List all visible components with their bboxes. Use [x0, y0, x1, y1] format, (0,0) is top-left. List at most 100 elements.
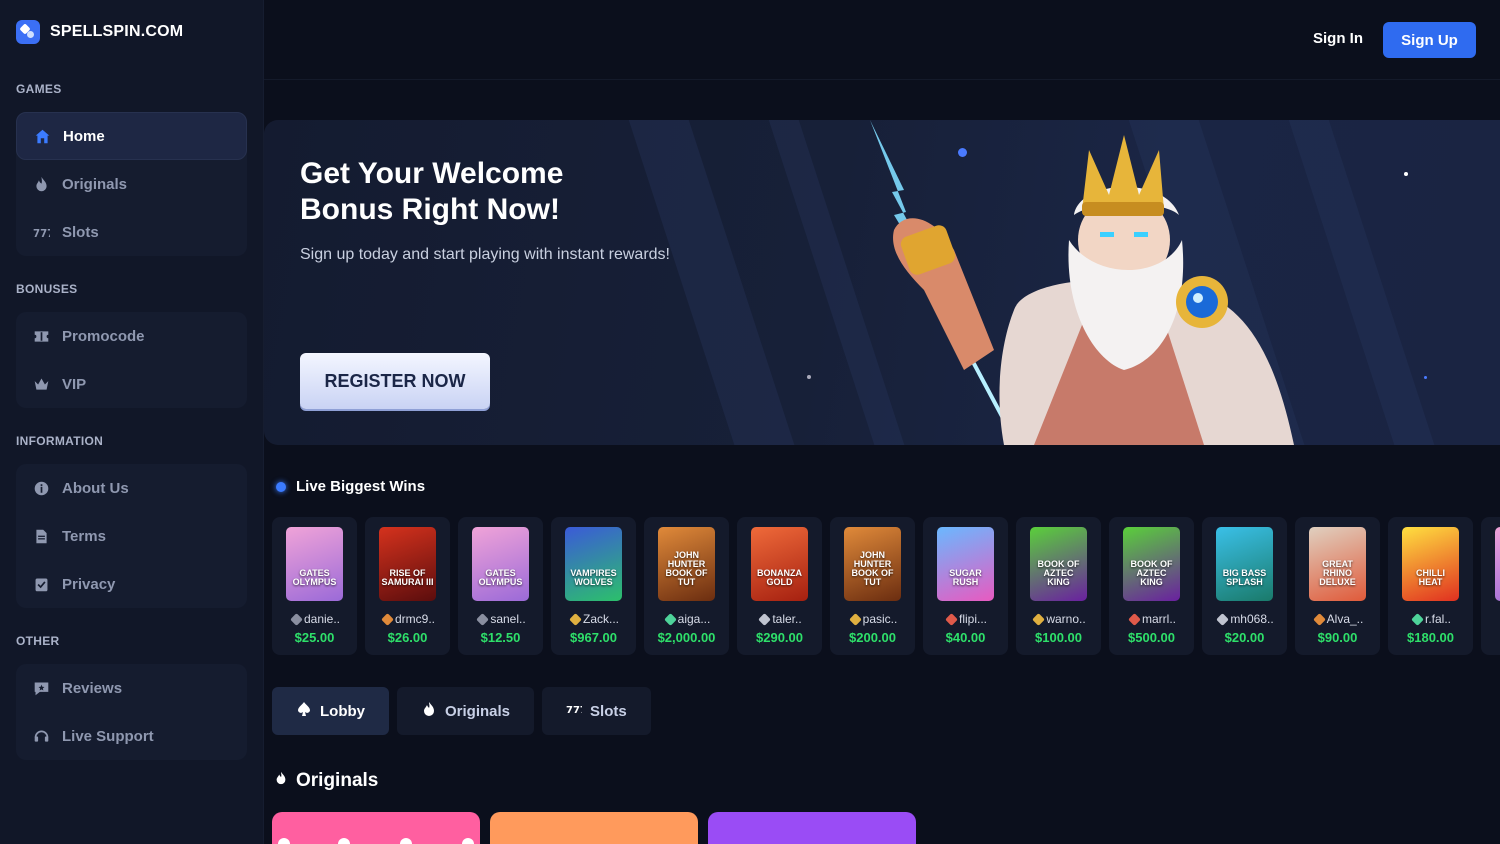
live-indicator-icon	[276, 481, 286, 492]
live-win-card-partial[interactable]	[1481, 517, 1500, 655]
live-win-card[interactable]: CHILLI HEAT r.fal.. $180.00	[1388, 517, 1473, 655]
game-thumbnail[interactable]: BIG BASS SPLASH	[1216, 527, 1273, 601]
game-thumbnail[interactable]: GATES OLYMPUS	[472, 527, 529, 601]
game-thumbnail[interactable]: JOHN HUNTER BOOK OF TUT	[658, 527, 715, 601]
win-amount: $500.00	[1128, 630, 1175, 645]
live-win-card[interactable]: BOOK OF AZTEC KING marrl.. $500.00	[1109, 517, 1194, 655]
game-thumbnail-title: BOOK OF AZTEC KING	[1037, 559, 1080, 587]
live-win-card[interactable]: SUGAR RUSH flipi... $40.00	[923, 517, 1008, 655]
game-thumbnail[interactable]	[1495, 527, 1500, 601]
win-user: danie..	[280, 612, 352, 626]
sidebar-item-home[interactable]: Home	[16, 112, 247, 160]
sidebar-item-label: Home	[63, 127, 105, 145]
rank-badge-icon	[945, 612, 958, 626]
section-title-bonuses: BONUSES	[16, 282, 78, 296]
game-thumbnail-title: SUGAR RUSH	[949, 568, 982, 587]
game-thumbnail[interactable]: GATES OLYMPUS	[286, 527, 343, 601]
originals-title-label: Originals	[296, 770, 379, 791]
sidebar-item-promocode[interactable]: Promocode	[16, 312, 247, 360]
clipboard-check-icon	[32, 575, 50, 593]
original-game-card[interactable]	[490, 812, 698, 844]
sidebar-item-originals[interactable]: Originals	[16, 160, 247, 208]
game-thumbnail-title: JOHN HUNTER BOOK OF TUT	[665, 550, 708, 587]
win-amount: $200.00	[849, 630, 896, 645]
win-user: r.fal..	[1396, 612, 1468, 626]
game-thumbnail[interactable]: BOOK OF AZTEC KING	[1030, 527, 1087, 601]
sidebar-item-slots[interactable]: 777 Slots	[16, 208, 247, 256]
win-amount: $26.00	[387, 630, 428, 645]
banner-stripe	[622, 120, 806, 445]
game-thumbnail-title: BOOK OF AZTEC KING	[1130, 559, 1173, 587]
live-win-card[interactable]: BONANZA GOLD taler.. $290.00	[737, 517, 822, 655]
section-title-games: GAMES	[16, 82, 62, 96]
win-user: Alva_..	[1303, 612, 1375, 626]
live-win-card[interactable]: RISE OF SAMURAI III drmc9.. $26.00	[365, 517, 450, 655]
tab-label: Originals	[445, 702, 511, 720]
rank-badge-icon	[758, 612, 772, 626]
game-thumbnail[interactable]: SUGAR RUSH	[937, 527, 994, 601]
sidebar-item-live-support[interactable]: Live Support	[16, 712, 247, 760]
sparkle-dot	[807, 375, 811, 379]
live-win-card[interactable]: BOOK OF AZTEC KING warno.. $100.00	[1016, 517, 1101, 655]
tab-slots[interactable]: 777 Slots	[542, 687, 651, 735]
sidebar-item-about-us[interactable]: About Us	[16, 464, 247, 512]
sidebar-item-vip[interactable]: VIP	[16, 360, 247, 408]
sidebar-item-label: Reviews	[62, 679, 123, 697]
live-win-card[interactable]: BIG BASS SPLASH mh068.. $20.00	[1202, 517, 1287, 655]
nav-group-other: Reviews Live Support	[16, 664, 247, 760]
spade-icon	[296, 701, 312, 721]
sidebar-item-reviews[interactable]: Reviews	[16, 664, 247, 712]
brand-name: SPELLSPIN.COM	[50, 23, 184, 40]
review-chat-icon	[32, 679, 50, 697]
game-thumbnail[interactable]: JOHN HUNTER BOOK OF TUT	[844, 527, 901, 601]
sidebar-item-label: Slots	[62, 223, 99, 241]
flame-icon	[32, 175, 50, 193]
live-win-card[interactable]: GATES OLYMPUS danie.. $25.00	[272, 517, 357, 655]
win-user: taler..	[745, 612, 817, 626]
register-now-button[interactable]: REGISTER NOW	[300, 353, 490, 409]
sign-up-button[interactable]: Sign Up	[1383, 22, 1476, 58]
original-game-card[interactable]	[272, 812, 480, 844]
tab-lobby[interactable]: Lobby	[272, 687, 389, 735]
tab-originals[interactable]: Originals	[397, 687, 535, 735]
live-win-card[interactable]: VAMPIRES WOLVES Zack... $967.00	[551, 517, 636, 655]
rank-badge-icon	[848, 612, 862, 626]
game-thumbnail-title: CHILLI HEAT	[1416, 568, 1445, 587]
live-win-card[interactable]: JOHN HUNTER BOOK OF TUT pasic.. $200.00	[830, 517, 915, 655]
game-thumbnail[interactable]: VAMPIRES WOLVES	[565, 527, 622, 601]
sidebar-item-terms[interactable]: Terms	[16, 512, 247, 560]
win-username: flipi...	[958, 612, 987, 626]
game-thumbnail[interactable]: CHILLI HEAT	[1402, 527, 1459, 601]
live-wins-strip: GATES OLYMPUS danie.. $25.00 RISE OF SAMURA…	[272, 517, 1500, 655]
sidebar-item-privacy[interactable]: Privacy	[16, 560, 247, 608]
win-username: marrl..	[1142, 612, 1176, 626]
win-username: pasic..	[862, 612, 898, 626]
sign-in-link[interactable]: Sign In	[1313, 30, 1363, 47]
game-thumbnail[interactable]: RISE OF SAMURAI III	[379, 527, 436, 601]
original-game-card[interactable]	[708, 812, 916, 844]
win-user: Zack...	[559, 612, 631, 626]
win-username: Zack...	[582, 612, 619, 626]
home-icon	[33, 127, 51, 145]
win-username: taler..	[772, 612, 802, 626]
game-thumbnail-title: BIG BASS SPLASH	[1222, 568, 1267, 587]
document-icon	[32, 527, 50, 545]
app-root: SPELLSPIN.COM GAMES Home Originals 777 S…	[0, 0, 1500, 844]
banner-title: Get Your Welcome Bonus Right Now!	[300, 157, 564, 226]
win-amount: $12.50	[480, 630, 521, 645]
win-username: danie..	[303, 612, 341, 626]
game-thumbnail[interactable]: GREAT RHINO DELUXE	[1309, 527, 1366, 601]
game-thumbnail[interactable]: BONANZA GOLD	[751, 527, 808, 601]
nav-group-games: Home Originals 777 Slots	[16, 112, 247, 256]
live-win-card[interactable]: JOHN HUNTER BOOK OF TUT aiga... $2,000.00	[644, 517, 729, 655]
rank-badge-icon	[476, 612, 490, 626]
live-win-card[interactable]: GREAT RHINO DELUXE Alva_.. $90.00	[1295, 517, 1380, 655]
game-thumbnail[interactable]: BOOK OF AZTEC KING	[1123, 527, 1180, 601]
sidebar-item-label: Originals	[62, 175, 128, 193]
win-user: drmc9..	[373, 612, 445, 626]
section-title-other: OTHER	[16, 634, 60, 648]
brand[interactable]: SPELLSPIN.COM	[16, 20, 183, 44]
win-amount: $40.00	[945, 630, 986, 645]
originals-cards	[272, 812, 916, 844]
live-win-card[interactable]: GATES OLYMPUS sanel.. $12.50	[458, 517, 543, 655]
